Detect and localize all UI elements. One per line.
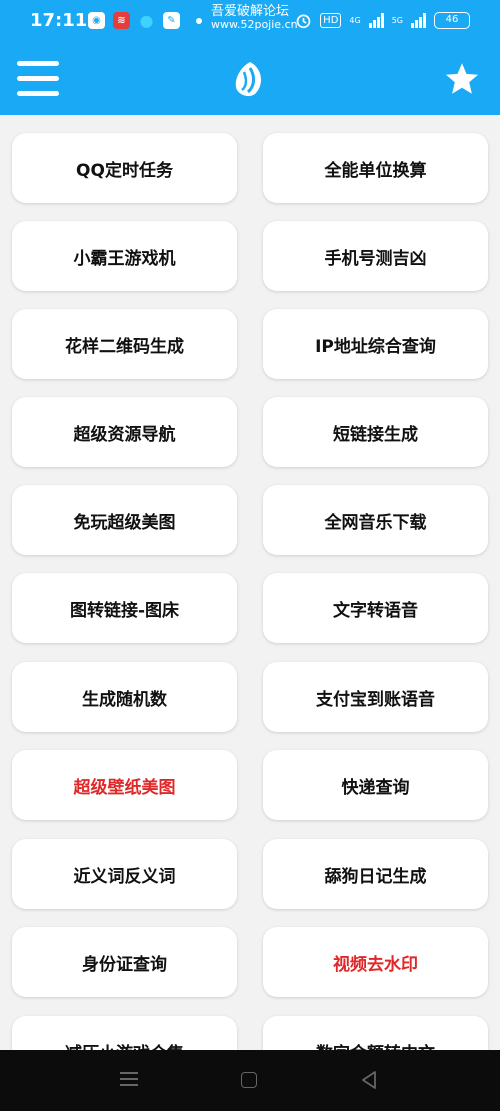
hd-badge: HD: [320, 13, 342, 28]
app-bar: [0, 43, 500, 115]
tool-diary-generator[interactable]: 舔狗日记生成: [263, 839, 488, 909]
signal-strength-icon: [368, 13, 384, 28]
tool-qq-scheduler[interactable]: QQ定时任务: [12, 133, 237, 203]
tool-resource-navigation[interactable]: 超级资源导航: [12, 397, 237, 467]
tool-alipay-voice[interactable]: 支付宝到账语音: [263, 662, 488, 732]
tool-text-to-speech[interactable]: 文字转语音: [263, 573, 488, 643]
back-icon[interactable]: [360, 1070, 378, 1090]
wifi-app-icon: ≋: [113, 12, 130, 29]
tool-synonyms[interactable]: 近义词反义词: [12, 839, 237, 909]
tool-free-images[interactable]: 免玩超级美图: [12, 485, 237, 555]
tool-qrcode-generator[interactable]: 花样二维码生成: [12, 309, 237, 379]
signal-strength-icon: [411, 13, 426, 28]
recent-apps-icon[interactable]: [120, 1072, 138, 1086]
network-4g-label: 4G: [349, 16, 361, 25]
status-bar: 17:11 ◉ ≋ ● ✎ 吾爱破解论坛 www.52pojie.cn HD 4…: [0, 0, 500, 43]
qq-app-icon: ◉: [88, 12, 105, 29]
tool-express-tracking[interactable]: 快递查询: [263, 750, 488, 820]
tool-ip-lookup[interactable]: IP地址综合查询: [263, 309, 488, 379]
network-5g-label: 5G: [391, 16, 403, 25]
tool-id-card-lookup[interactable]: 身份证查询: [12, 927, 237, 997]
tool-retro-game-console[interactable]: 小霸王游戏机: [12, 221, 237, 291]
hamburger-menu-icon[interactable]: [17, 59, 59, 99]
droplet-icon: ●: [139, 11, 154, 30]
notification-url: www.52pojie.cn: [211, 18, 298, 32]
tool-short-link[interactable]: 短链接生成: [263, 397, 488, 467]
tool-amount-to-chinese[interactable]: 数字金额转中文: [263, 1016, 488, 1050]
tool-mini-games[interactable]: 减压小游戏合集: [12, 1016, 237, 1050]
tool-phone-fortune[interactable]: 手机号测吉凶: [263, 221, 488, 291]
tool-video-watermark-remover[interactable]: 视频去水印: [263, 927, 488, 997]
tool-image-hosting[interactable]: 图转链接-图床: [12, 573, 237, 643]
tool-unit-converter[interactable]: 全能单位换算: [263, 133, 488, 203]
tool-random-number[interactable]: 生成随机数: [12, 662, 237, 732]
notification-dot-icon: [196, 17, 202, 24]
status-system-icons: HD 4G 5G 46: [295, 12, 470, 29]
status-time: 17:11: [30, 10, 88, 31]
home-icon[interactable]: [241, 1072, 257, 1088]
notes-app-icon: ✎: [163, 12, 180, 29]
alarm-icon: [296, 14, 311, 29]
star-icon[interactable]: [443, 61, 481, 97]
battery-icon: 46: [434, 12, 470, 29]
status-app-icons: ◉ ≋ ● ✎: [88, 11, 202, 30]
tool-wallpapers[interactable]: 超级壁纸美图: [12, 750, 237, 820]
app-logo-icon: [235, 62, 262, 97]
notification-title: 吾爱破解论坛: [211, 4, 290, 19]
system-nav-bar: [0, 1050, 500, 1111]
status-notification: 吾爱破解论坛 www.52pojie.cn: [211, 4, 298, 32]
tool-grid: QQ定时任务 全能单位换算 小霸王游戏机 手机号测吉凶 花样二维码生成 IP地址…: [0, 115, 500, 1050]
tool-music-download[interactable]: 全网音乐下载: [263, 485, 488, 555]
